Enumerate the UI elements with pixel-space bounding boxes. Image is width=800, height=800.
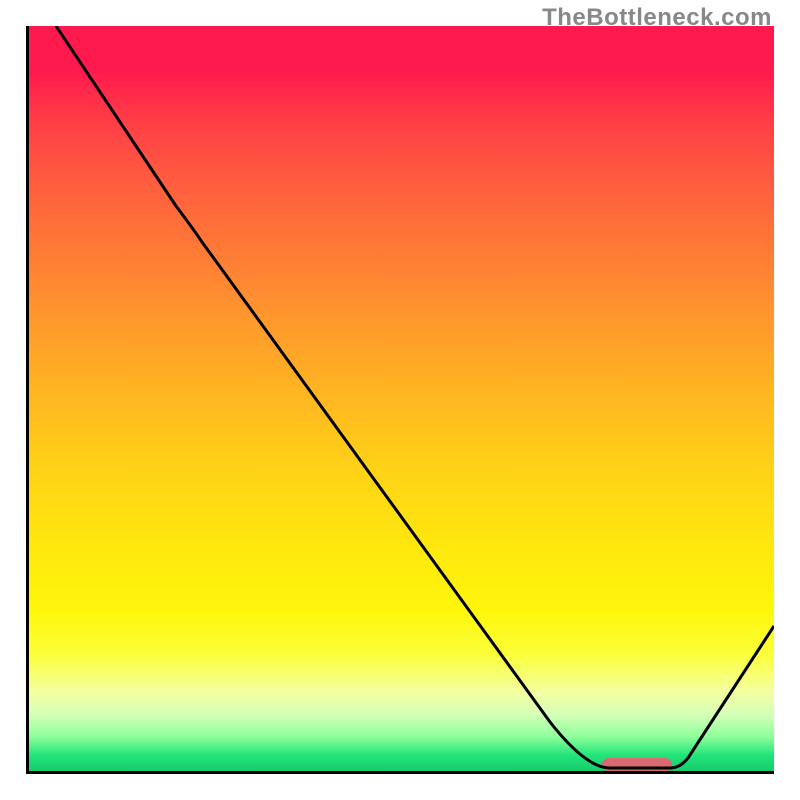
bottleneck-curve (26, 26, 774, 774)
chart-container: TheBottleneck.com (0, 0, 800, 800)
plot-area (26, 26, 774, 774)
